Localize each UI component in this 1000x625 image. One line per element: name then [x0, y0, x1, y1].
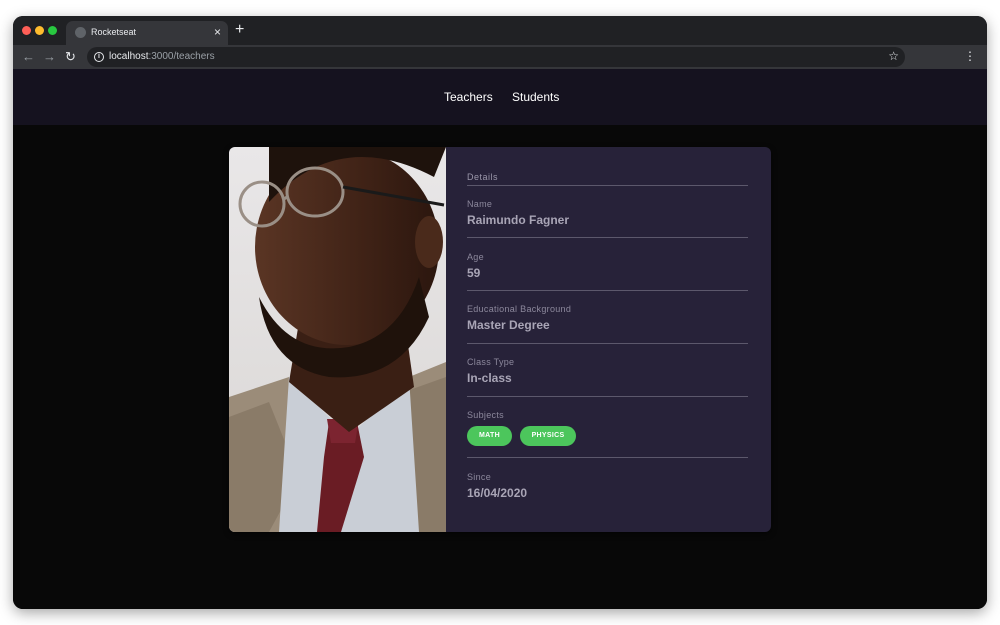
- url-path: :3000/teachers: [148, 51, 215, 62]
- forward-arrow-icon[interactable]: →: [43, 48, 56, 65]
- browser-toolbar: ← → ↻ i localhost:3000/teachers ☆ ⋮: [13, 45, 987, 69]
- field-value: 59: [467, 266, 481, 280]
- divider: [467, 185, 748, 186]
- url-text[interactable]: localhost:3000/teachers: [109, 51, 215, 62]
- info-icon[interactable]: i: [94, 52, 104, 62]
- bookmark-star-icon[interactable]: ☆: [888, 49, 899, 63]
- divider: [467, 237, 748, 238]
- tab-strip: Rocketseat × +: [13, 16, 987, 45]
- divider: [467, 290, 748, 291]
- divider: [467, 457, 748, 458]
- field-value: Master Degree: [467, 318, 550, 332]
- field-label: Class Type: [467, 357, 515, 367]
- field-label: Educational Background: [467, 304, 572, 314]
- tab-title: Rocketseat: [91, 27, 137, 37]
- browser-tab[interactable]: Rocketseat ×: [66, 21, 228, 45]
- teacher-card: Details Name Raimundo Fagner Age 59 Educ…: [229, 147, 771, 532]
- close-tab-icon[interactable]: ×: [214, 25, 221, 39]
- divider: [467, 396, 748, 397]
- page-content: Teachers Students Details Name Raimundo …: [13, 69, 987, 609]
- minimize-window-button[interactable]: [35, 26, 44, 35]
- reload-icon[interactable]: ↻: [65, 48, 76, 65]
- teacher-photo: [229, 147, 446, 532]
- subject-badge-physics: PHYSICS: [520, 426, 576, 446]
- details-heading: Details: [467, 172, 499, 182]
- field-label: Subjects: [467, 410, 504, 420]
- kebab-menu-icon[interactable]: ⋮: [964, 48, 976, 65]
- field-value: In-class: [467, 371, 512, 385]
- field-label: Since: [467, 472, 492, 482]
- back-arrow-icon[interactable]: ←: [22, 48, 35, 65]
- url-host: localhost: [109, 51, 149, 62]
- globe-icon: [75, 27, 86, 38]
- site-header: Teachers Students: [13, 69, 987, 125]
- field-label: Name: [467, 199, 493, 209]
- nav-link-students[interactable]: Students: [512, 90, 559, 104]
- field-value: 16/04/2020: [467, 486, 528, 500]
- close-window-button[interactable]: [22, 26, 31, 35]
- address-bar[interactable]: i localhost:3000/teachers ☆: [87, 47, 905, 67]
- maximize-window-button[interactable]: [48, 26, 57, 35]
- divider: [467, 343, 748, 344]
- browser-window: Rocketseat × + ← → ↻ i localhost:3000/te…: [13, 16, 987, 609]
- new-tab-icon[interactable]: +: [235, 22, 244, 38]
- nav-link-teachers[interactable]: Teachers: [444, 90, 493, 104]
- field-value: Raimundo Fagner: [467, 213, 570, 227]
- field-label: Age: [467, 252, 484, 262]
- subject-badge-math: MATH: [467, 426, 512, 446]
